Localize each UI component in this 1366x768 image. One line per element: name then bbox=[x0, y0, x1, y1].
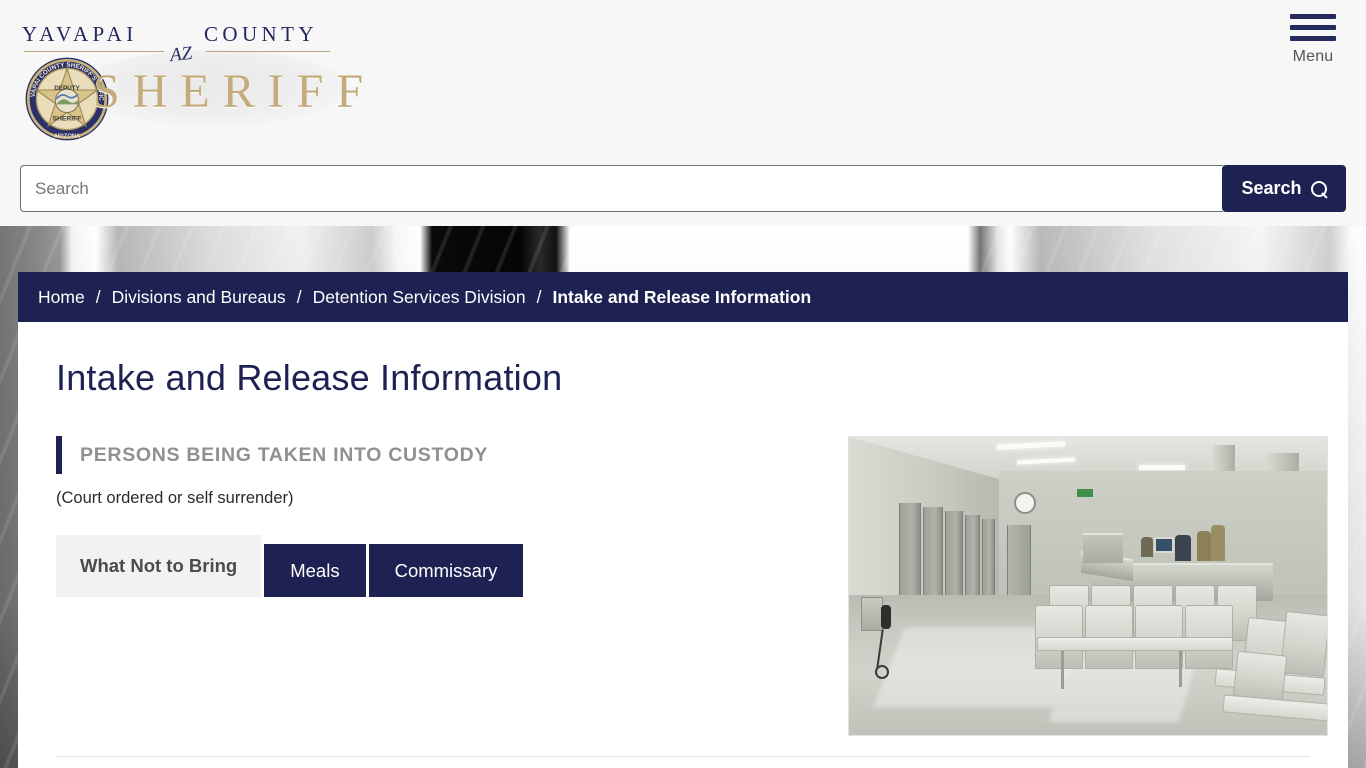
photo-cell-door bbox=[982, 519, 995, 607]
search-wrapper: Search bbox=[20, 165, 1346, 212]
photo-person bbox=[1141, 537, 1153, 557]
section-title: PERSONS BEING TAKEN INTO CUSTODY bbox=[80, 443, 489, 466]
section-subtitle: (Court ordered or self surrender) bbox=[56, 489, 294, 507]
tab-what-not-to-bring[interactable]: What Not to Bring bbox=[56, 535, 262, 597]
photo-light bbox=[1139, 465, 1185, 470]
photo-corridor-door bbox=[1007, 525, 1031, 599]
site-logo[interactable]: YAVAPAI AZ COUNTY DEPUTY SHERIFF ARIZONA bbox=[18, 8, 363, 141]
breadcrumb: Home / Divisions and Bureaus / Detention… bbox=[18, 272, 1348, 322]
logo-word-county: COUNTY bbox=[204, 22, 318, 46]
svg-text:DEPUTY: DEPUTY bbox=[54, 85, 80, 92]
page-root: YAVAPAI AZ COUNTY DEPUTY SHERIFF ARIZONA bbox=[0, 0, 1366, 768]
search-button-label: Search bbox=[1241, 178, 1302, 198]
breadcrumb-item-current: Intake and Release Information bbox=[552, 286, 812, 307]
photo-chair-leg bbox=[1061, 651, 1064, 689]
photo-wall-clock bbox=[1014, 492, 1036, 514]
hamburger-icon bbox=[1290, 14, 1336, 41]
search-button[interactable]: Search bbox=[1222, 165, 1346, 212]
section-accent-bar bbox=[56, 436, 62, 474]
photo-monitor bbox=[1154, 537, 1174, 553]
search-input[interactable] bbox=[20, 165, 1223, 212]
content-divider bbox=[56, 756, 1310, 757]
menu-button[interactable]: Menu bbox=[1278, 14, 1348, 66]
svg-text:SHERIFF: SHERIFF bbox=[53, 116, 82, 123]
tab-panel-content bbox=[56, 597, 836, 737]
section-heading: PERSONS BEING TAKEN INTO CUSTODY bbox=[56, 436, 488, 474]
breadcrumb-separator: / bbox=[536, 286, 542, 307]
page-title: Intake and Release Information bbox=[56, 357, 563, 398]
svg-text:ARIZONA: ARIZONA bbox=[54, 134, 81, 140]
photo-phone-cord-loop bbox=[875, 665, 889, 679]
logo-word-sheriff: SHERIFF bbox=[93, 65, 377, 118]
menu-label: Menu bbox=[1292, 48, 1334, 65]
site-header: YAVAPAI AZ COUNTY DEPUTY SHERIFF ARIZONA bbox=[0, 0, 1366, 150]
tab-commissary[interactable]: Commissary bbox=[368, 544, 524, 597]
photo-person bbox=[1211, 525, 1225, 561]
photo-person bbox=[1175, 535, 1191, 561]
photo-chair-leg bbox=[1179, 651, 1182, 687]
photo-exit-sign bbox=[1077, 489, 1093, 497]
breadcrumb-item-detention-services-division[interactable]: Detention Services Division bbox=[313, 287, 526, 308]
breadcrumb-item-home[interactable]: Home bbox=[38, 287, 85, 308]
breadcrumb-separator: / bbox=[296, 286, 302, 307]
logo-rule-left bbox=[24, 51, 164, 52]
tab-list: What Not to Bring Meals Commissary bbox=[56, 535, 524, 597]
logo-word-yavapai: YAVAPAI bbox=[22, 22, 138, 46]
photo-payphone bbox=[861, 597, 883, 631]
logo-top-line: YAVAPAI AZ COUNTY bbox=[18, 22, 338, 66]
breadcrumb-separator: / bbox=[95, 286, 101, 307]
photo-bench-seat bbox=[1037, 637, 1233, 651]
photo-phone-handset bbox=[881, 605, 891, 629]
magnifier-icon bbox=[1310, 180, 1327, 197]
photo-chair bbox=[1279, 610, 1327, 678]
content-card: Home / Divisions and Bureaus / Detention… bbox=[18, 272, 1348, 768]
photo-person bbox=[1197, 531, 1211, 561]
intake-lobby-photo bbox=[848, 436, 1328, 736]
logo-rule-right bbox=[206, 51, 330, 52]
tab-meals[interactable]: Meals bbox=[264, 544, 366, 597]
breadcrumb-item-divisions-and-bureaus[interactable]: Divisions and Bureaus bbox=[112, 287, 286, 308]
search-bar: Search bbox=[0, 150, 1366, 226]
photo-desk-partition bbox=[1083, 533, 1123, 563]
